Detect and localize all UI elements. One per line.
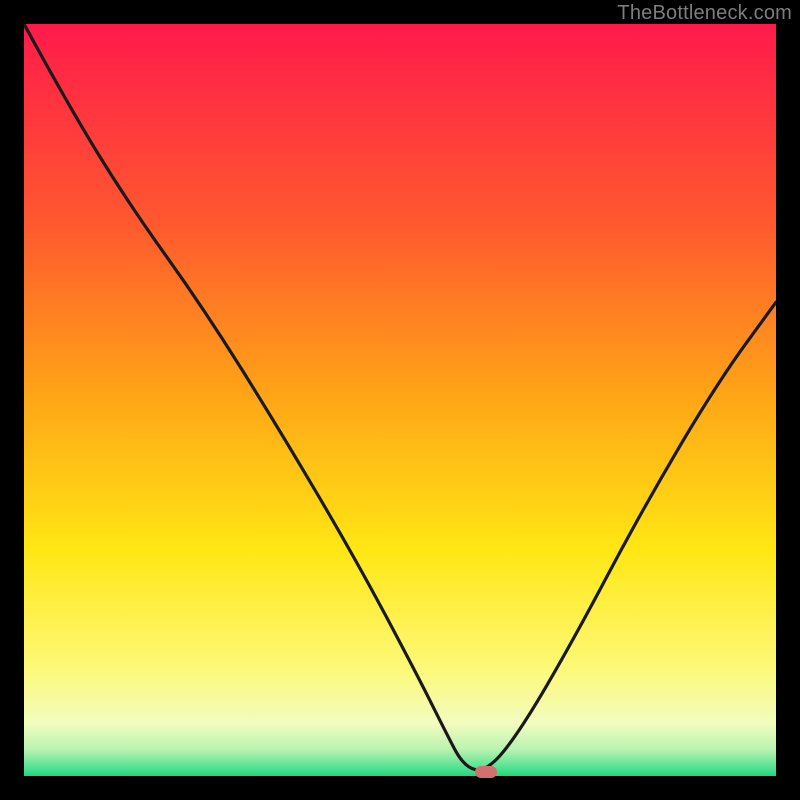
plot-background xyxy=(24,24,776,776)
optimal-point-marker xyxy=(475,766,497,778)
chart-frame: TheBottleneck.com xyxy=(0,0,800,800)
watermark-text: TheBottleneck.com xyxy=(617,2,792,25)
